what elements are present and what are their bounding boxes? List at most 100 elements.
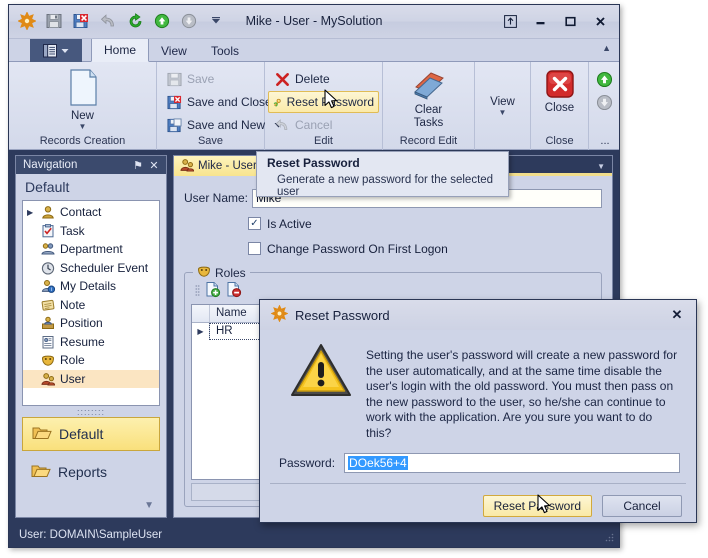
next-object-button[interactable] xyxy=(596,94,613,114)
contact-icon xyxy=(40,205,56,220)
roles-grid-column-name[interactable]: Name xyxy=(210,305,247,322)
close-record-button[interactable]: Close xyxy=(531,68,588,115)
delete-command[interactable]: Delete xyxy=(271,68,334,90)
note-icon xyxy=(40,297,56,312)
navigation-list: ▶ Contact Task Department Scheduler Even… xyxy=(22,200,160,406)
change-password-row[interactable]: Change Password On First Logon xyxy=(248,239,602,258)
title-bar: Mike - User - MySolution xyxy=(9,5,619,39)
collapse-ribbon-button[interactable]: ▲ xyxy=(602,43,611,53)
new-dropdown-arrow-icon[interactable]: ▼ xyxy=(79,123,87,131)
reset-password-dialog: Reset Password ✕ Setting the user's pass… xyxy=(259,299,697,523)
sidebar-item-scheduler-event[interactable]: Scheduler Event xyxy=(23,259,159,278)
user-icon xyxy=(180,158,195,175)
dialog-reset-password-button[interactable]: Reset Password xyxy=(482,495,592,517)
tab-home[interactable]: Home xyxy=(91,39,150,62)
document-tab-mike-user[interactable]: Mike - User xyxy=(174,156,266,176)
menu-panel-icon xyxy=(43,43,57,57)
toolbar-grip[interactable] xyxy=(195,284,200,299)
customize-quick-access-icon[interactable] xyxy=(204,9,228,33)
sidebar-item-user[interactable]: User xyxy=(23,369,159,388)
view-button[interactable]: View ▼ xyxy=(475,94,530,117)
change-password-checkbox[interactable] xyxy=(248,242,261,255)
sidebar-item-position[interactable]: Position xyxy=(23,314,159,333)
tab-tools-label: Tools xyxy=(211,43,240,58)
status-bar: User: DOMAIN\SampleUser xyxy=(9,523,619,547)
tooltip-title: Reset Password xyxy=(267,156,360,170)
document-tab-menu-icon[interactable]: ▼ xyxy=(597,162,605,171)
ribbon: New ▼ Records Creation Save Save and Clo… xyxy=(9,62,619,150)
restore-ribbon-button[interactable] xyxy=(495,9,525,34)
sidebar-item-contact[interactable]: ▶ Contact xyxy=(23,203,159,222)
save-and-close-command[interactable]: Save and Close xyxy=(163,91,276,113)
is-active-row[interactable]: ✓ Is Active xyxy=(248,214,602,233)
sidebar-item-department[interactable]: Department xyxy=(23,240,159,259)
ribbon-group-records-creation-label: Records Creation xyxy=(39,135,126,147)
remove-role-icon[interactable] xyxy=(225,281,242,301)
sidebar-item-contact-label: Contact xyxy=(60,205,102,220)
role-icon xyxy=(40,353,56,368)
navigation-group-default-label: Default xyxy=(59,426,104,442)
sidebar-item-note[interactable]: Note xyxy=(23,296,159,315)
roles-legend: Roles xyxy=(193,264,250,281)
clear-tasks-button[interactable]: Clear Tasks xyxy=(383,68,474,130)
ribbon-group-view: View ▼ xyxy=(475,62,531,150)
tab-tools[interactable]: Tools xyxy=(199,39,251,62)
navigation-group-default[interactable]: Default xyxy=(22,417,160,451)
ribbon-group-records-creation: New ▼ Records Creation xyxy=(9,62,157,150)
resize-grip[interactable] xyxy=(604,533,614,543)
navigation-group-reports-label: Reports xyxy=(58,464,108,480)
previous-object-icon[interactable] xyxy=(150,9,174,33)
row-indicator-icon: ▶ xyxy=(192,323,210,340)
refresh-icon[interactable] xyxy=(123,9,147,33)
next-object-icon xyxy=(596,94,613,111)
maximize-button[interactable] xyxy=(555,9,585,34)
ribbon-group-overflow-label: ... xyxy=(600,135,610,147)
new-role-icon[interactable] xyxy=(204,281,221,301)
new-button[interactable]: New ▼ xyxy=(9,68,156,131)
reset-password-command[interactable]: Reset Password xyxy=(268,91,379,113)
navigation-group-reports[interactable]: Reports xyxy=(22,455,160,489)
cancel-command[interactable]: Cancel xyxy=(271,114,336,136)
undo-icon[interactable] xyxy=(96,9,120,33)
change-password-label: Change Password On First Logon xyxy=(267,241,448,256)
navigation-splitter[interactable]: :::::::: xyxy=(16,406,166,417)
close-button[interactable] xyxy=(585,9,615,34)
next-object-icon[interactable] xyxy=(177,9,201,33)
sidebar-item-position-label: Position xyxy=(60,316,103,331)
previous-object-button[interactable] xyxy=(596,71,613,91)
ribbon-group-save: Save Save and Close Save and New Save xyxy=(157,62,283,150)
dialog-close-icon[interactable]: ✕ xyxy=(666,304,688,326)
pin-icon[interactable]: ⚑ xyxy=(130,159,146,172)
save-and-close-icon[interactable] xyxy=(69,9,93,33)
task-icon xyxy=(40,223,56,238)
view-dropdown-arrow-icon[interactable]: ▼ xyxy=(499,109,507,117)
dialog-password-label: Password: xyxy=(279,456,336,470)
ribbon-group-overflow: ... xyxy=(589,62,621,150)
gear-icon xyxy=(270,304,289,325)
sidebar-item-role[interactable]: Role xyxy=(23,351,159,370)
sidebar-item-task[interactable]: Task xyxy=(23,222,159,241)
minimize-button[interactable] xyxy=(525,9,555,34)
app-menu-icon[interactable] xyxy=(15,9,39,33)
expand-contact-icon[interactable]: ▶ xyxy=(27,208,36,217)
eraser-icon xyxy=(413,72,444,100)
sidebar-item-resume[interactable]: Resume xyxy=(23,333,159,352)
navigation-more-button[interactable]: ▼ xyxy=(16,493,166,517)
dialog-title-bar: Reset Password ✕ xyxy=(260,300,696,330)
resume-icon xyxy=(40,334,56,349)
save-command[interactable]: Save xyxy=(163,68,218,90)
clear-tasks-button-label: Clear Tasks xyxy=(413,104,444,130)
ribbon-application-button[interactable] xyxy=(30,39,82,62)
password-input[interactable]: DOek56+4 xyxy=(344,453,680,473)
ribbon-group-close: Close Close xyxy=(531,62,589,150)
close-navigation-icon[interactable]: ✕ xyxy=(146,159,162,172)
scheduler-event-icon xyxy=(40,260,56,275)
tab-view[interactable]: View xyxy=(149,39,199,62)
window-buttons xyxy=(495,9,615,34)
my-details-icon: i xyxy=(40,279,56,294)
is-active-checkbox[interactable]: ✓ xyxy=(248,217,261,230)
save-icon[interactable] xyxy=(42,9,66,33)
sidebar-item-my-details[interactable]: i My Details xyxy=(23,277,159,296)
quick-access-toolbar xyxy=(15,9,228,33)
dialog-cancel-button[interactable]: Cancel xyxy=(602,495,682,517)
